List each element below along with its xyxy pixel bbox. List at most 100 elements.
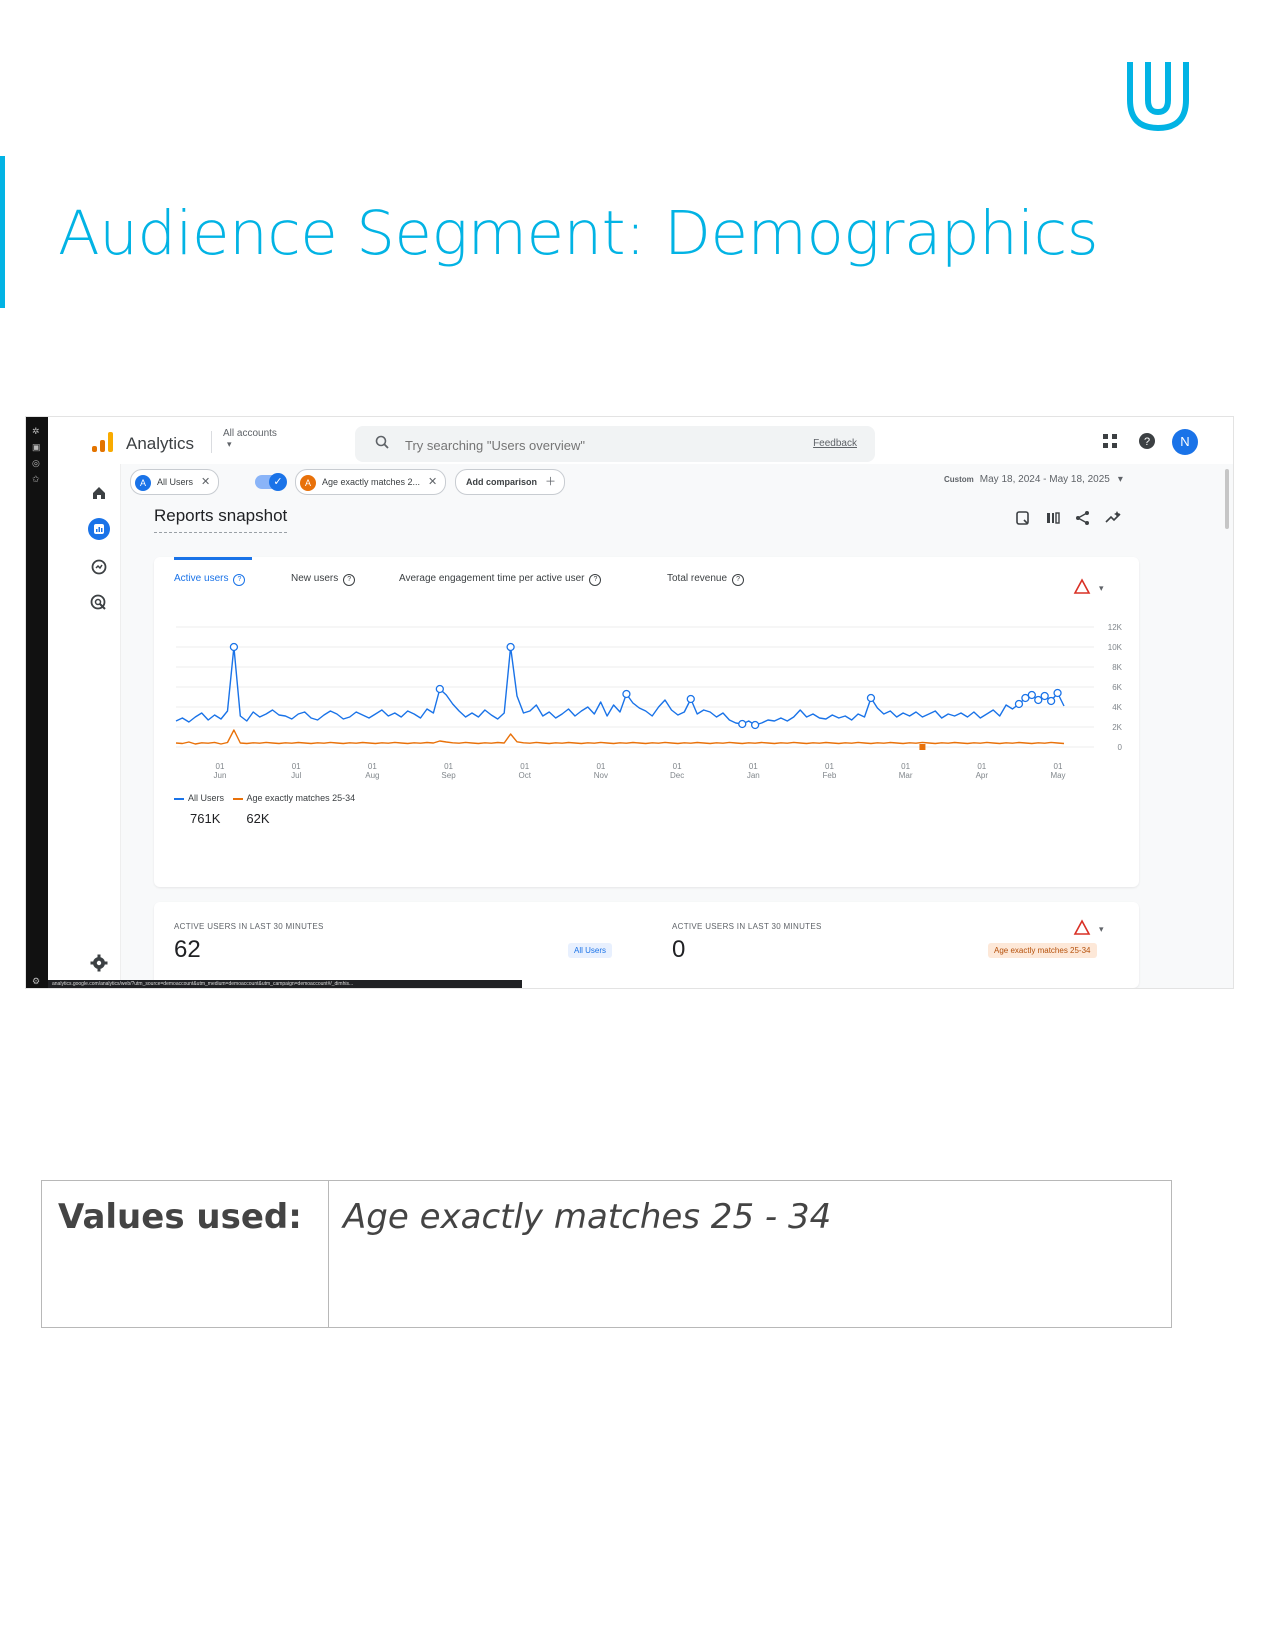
udacity-logo-icon	[1127, 62, 1189, 131]
data-point-marker	[1040, 691, 1049, 701]
analytics-screenshot: ✲ ▣ ◎ ✩ ⚙ Analytics All accounts ▾ Feedb…	[25, 416, 1234, 989]
x-tick-label: Nov	[594, 771, 608, 780]
x-tick-label: Aug	[365, 771, 379, 780]
x-tick-label: 01	[1054, 762, 1063, 771]
y-tick-label: 12K	[1108, 623, 1123, 632]
legend-swatch	[232, 797, 243, 800]
add-comparison-label: Add comparison	[466, 477, 538, 487]
add-comparison-button[interactable]: Add comparison ＋	[455, 469, 566, 495]
legend-swatch	[174, 797, 184, 800]
status-bar-url: analytics.google.com/analytics/web/?utm_…	[48, 980, 522, 988]
reports-icon[interactable]	[88, 518, 110, 540]
chevron-down-icon: ▾	[227, 439, 232, 449]
browser-side-strip: ✲ ▣ ◎ ✩ ⚙	[26, 417, 48, 988]
comparison-chip-label: Age exactly matches 2...	[322, 477, 421, 487]
data-point-marker	[229, 642, 239, 652]
insights-icon[interactable]	[1104, 509, 1122, 527]
account-picker[interactable]: All accounts ▾	[223, 428, 277, 450]
data-point-marker	[506, 642, 515, 652]
x-tick-label: 01	[749, 762, 758, 771]
data-point-marker	[686, 694, 695, 704]
x-tick-label: 01	[596, 762, 605, 771]
y-tick-label: 4K	[1112, 703, 1122, 712]
help-icon[interactable]: ?	[1138, 432, 1156, 450]
anomaly-marker	[919, 744, 926, 750]
close-icon[interactable]: ✕	[428, 476, 437, 488]
search-bar[interactable]: Feedback	[355, 426, 875, 462]
search-input[interactable]	[403, 434, 787, 456]
data-point-marker	[1034, 695, 1043, 705]
search-icon	[375, 435, 389, 449]
date-range-mode: Custom	[944, 475, 974, 484]
comparison-chip-age[interactable]: A Age exactly matches 2... ✕	[295, 469, 447, 495]
values-used-value: Age exactly matches 25 - 34	[328, 1180, 1172, 1328]
comparison-chip-all-users[interactable]: A All Users ✕	[130, 469, 220, 495]
x-tick-label: Feb	[823, 771, 837, 780]
x-tick-label: May	[1050, 771, 1065, 780]
segment-letter-badge: A	[300, 474, 316, 491]
active-users-line-chart: 12K10K8K6K4K2K001Jun01Jul01Aug01Sep01Oct…	[175, 623, 1123, 780]
values-used-key: Values used:	[41, 1180, 329, 1328]
date-range-picker[interactable]: Custom May 18, 2024 - May 18, 2025 ▾	[944, 474, 1123, 485]
x-tick-label: Jan	[747, 771, 760, 780]
avatar[interactable]: N	[1172, 429, 1198, 455]
close-icon[interactable]: ✕	[201, 476, 210, 488]
settings-gear-icon[interactable]	[88, 952, 110, 974]
realtime-label: ACTIVE USERS IN LAST 30 MINUTES	[672, 922, 822, 931]
y-tick-label: 0	[1118, 743, 1123, 752]
data-point-marker	[1046, 696, 1056, 706]
data-point-marker	[1014, 699, 1024, 709]
x-tick-label: Jul	[291, 771, 301, 780]
x-tick-label: Sep	[441, 771, 456, 780]
chart-legend: All Users Age exactly matches 25-34	[174, 793, 355, 803]
strip-icon[interactable]: ▣	[32, 443, 41, 452]
strip-icon[interactable]: ✲	[32, 427, 41, 436]
plus-icon: ＋	[545, 476, 557, 488]
segment-badge: Age exactly matches 25-34	[988, 943, 1097, 958]
strip-icon[interactable]: ⚙	[32, 977, 41, 986]
comparison-toggle[interactable]: ✓	[255, 473, 287, 491]
x-tick-label: 01	[216, 762, 225, 771]
app-name: Analytics	[126, 434, 195, 453]
data-point-marker	[738, 719, 747, 729]
x-tick-label: Oct	[519, 771, 532, 780]
realtime-value: 0	[672, 936, 686, 963]
comparison-chip-label: All Users	[157, 477, 194, 487]
realtime-value: 62	[174, 936, 201, 963]
apps-grid-icon[interactable]	[1102, 433, 1118, 449]
x-tick-label: 01	[673, 762, 682, 771]
feedback-link[interactable]: Feedback	[813, 438, 857, 449]
strip-icon[interactable]: ✩	[32, 475, 41, 484]
x-tick-label: 01	[444, 762, 453, 771]
check-icon: ✓	[269, 473, 287, 491]
edit-comparison-icon[interactable]	[1014, 509, 1032, 527]
page-title: Reports snapshot	[154, 506, 288, 533]
data-point-marker	[866, 693, 876, 703]
home-icon[interactable]	[88, 482, 110, 504]
x-tick-label: 01	[977, 762, 986, 771]
chart-card: Active users? New users? Average engagem…	[154, 557, 1139, 887]
series-line	[175, 729, 1065, 745]
series-line	[175, 646, 1065, 726]
x-tick-label: 01	[520, 762, 529, 771]
analytics-logo-icon	[92, 432, 113, 452]
scrollbar[interactable]	[1225, 469, 1229, 529]
advertising-icon[interactable]	[88, 592, 110, 614]
strip-icon[interactable]: ◎	[32, 459, 41, 468]
share-icon[interactable]	[1074, 509, 1092, 527]
x-tick-label: 01	[292, 762, 301, 771]
data-point-marker	[1027, 690, 1036, 700]
series-totals: 761K 62K	[190, 811, 296, 826]
account-picker-label: All accounts	[223, 428, 277, 439]
data-point-marker	[750, 720, 760, 730]
warning-icon[interactable]: ▾	[1072, 918, 1108, 940]
explore-icon[interactable]	[88, 556, 110, 578]
chevron-down-icon: ▾	[1117, 474, 1123, 485]
divider	[211, 431, 212, 453]
legend-label: All Users	[188, 793, 225, 803]
left-nav: ›	[48, 464, 132, 988]
total-value: 62K	[246, 811, 270, 826]
x-tick-label: Jun	[214, 771, 227, 780]
svg-text:?: ?	[1144, 436, 1150, 448]
customize-report-icon[interactable]	[1044, 509, 1062, 527]
